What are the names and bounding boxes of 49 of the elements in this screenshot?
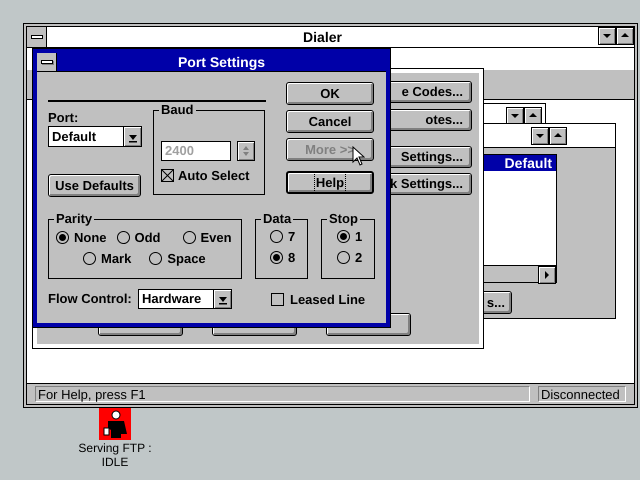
dialog-button[interactable]: Cancel — [286, 110, 374, 133]
radio-label[interactable]: Even — [200, 231, 232, 244]
radio-label[interactable]: Odd — [134, 231, 160, 244]
spin-button[interactable] — [237, 141, 255, 161]
radio-button[interactable] — [116, 231, 130, 244]
control-menu-button[interactable] — [37, 53, 57, 71]
radio-button[interactable] — [337, 251, 350, 264]
mouse-pointer-icon — [352, 146, 365, 167]
radio-button[interactable] — [149, 252, 162, 265]
port-label: Port: — [48, 110, 80, 125]
radio-label[interactable]: 7 — [288, 230, 296, 243]
connection-status: Disconnected — [538, 386, 626, 402]
dialog-button[interactable]: OK — [286, 82, 374, 105]
dialog-button[interactable]: Help — [286, 171, 374, 194]
flow-control-label: Flow Control: — [48, 290, 133, 308]
window-title: Dialer — [302, 28, 343, 47]
checkbox-label[interactable]: Leased Line — [290, 292, 366, 306]
use-defaults-button[interactable]: Use Defaults — [48, 174, 141, 197]
group-label: Stop — [327, 211, 360, 227]
radio-label[interactable]: 8 — [288, 251, 296, 264]
dropdown-button[interactable] — [123, 127, 141, 146]
flow-control-dropdown[interactable]: Hardware — [138, 289, 232, 309]
radio-button[interactable] — [83, 252, 96, 265]
dropdown-button[interactable] — [213, 290, 231, 308]
radio-label[interactable]: None — [74, 231, 106, 244]
icon-label-line: Serving FTP : — [78, 441, 152, 455]
radio-label[interactable]: Space — [167, 252, 206, 265]
radio-button[interactable] — [270, 230, 283, 243]
minimize-button[interactable] — [531, 126, 549, 144]
control-menu-button[interactable] — [27, 27, 47, 47]
radio-button[interactable] — [56, 231, 69, 244]
radio-button[interactable] — [270, 251, 283, 264]
scroll-right-button[interactable] — [538, 266, 556, 284]
spin-arrows-icon — [243, 146, 249, 156]
radio-label[interactable]: 1 — [355, 230, 362, 243]
port-dropdown[interactable]: Default — [48, 126, 142, 147]
radio-button[interactable] — [182, 231, 196, 244]
radio-label[interactable]: 2 — [355, 251, 362, 264]
maximize-button[interactable] — [616, 27, 634, 45]
dialog-title: Port Settings — [176, 53, 266, 71]
checkbox[interactable] — [271, 292, 284, 306]
minimize-button[interactable] — [598, 27, 616, 45]
icon-label-line: IDLE — [100, 455, 130, 469]
radio-label[interactable]: Mark — [101, 252, 132, 265]
status-text: For Help, press F1 — [35, 386, 530, 402]
group-label: Parity — [54, 211, 94, 227]
radio-button[interactable] — [337, 230, 350, 243]
waiter-icon[interactable] — [99, 408, 131, 440]
maximize-button[interactable] — [549, 126, 567, 144]
